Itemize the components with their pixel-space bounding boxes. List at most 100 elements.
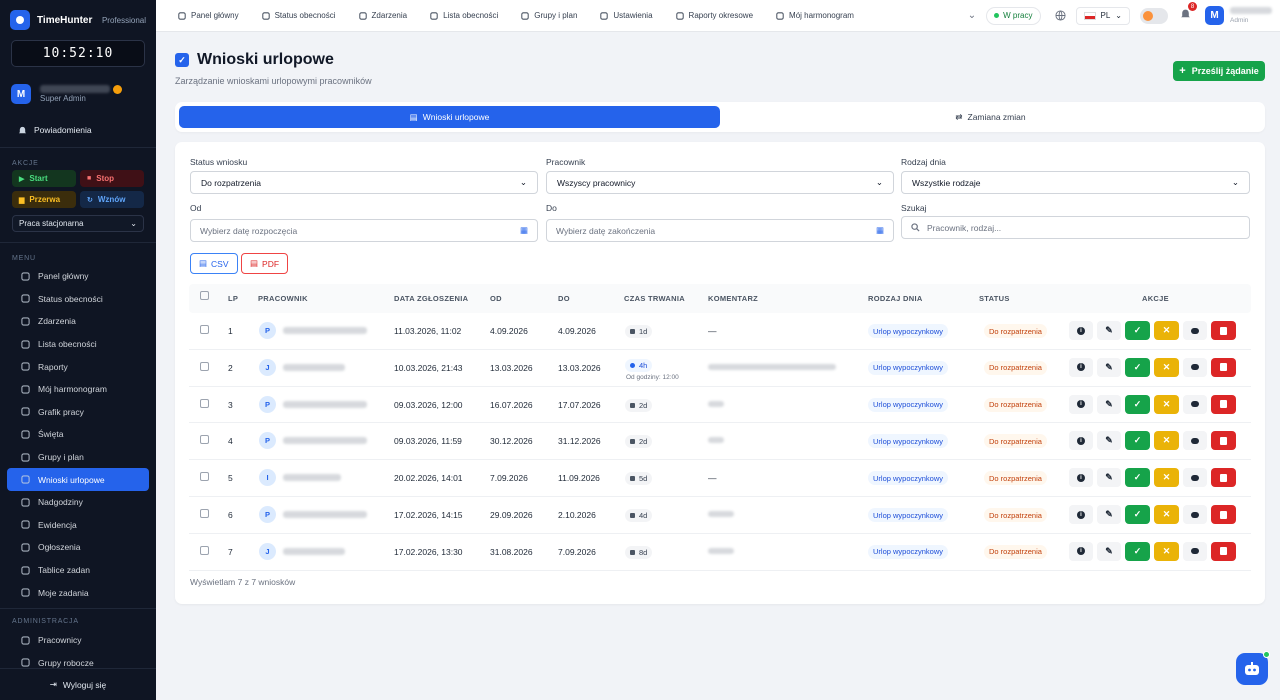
sidebar-item-zdarzenia[interactable]: Zdarzenia bbox=[7, 310, 149, 333]
comment-button[interactable] bbox=[1183, 431, 1207, 451]
col-employee[interactable]: PRACOWNIK bbox=[258, 294, 308, 303]
delete-button[interactable] bbox=[1211, 468, 1236, 488]
sidebar-item-tablice-zadan[interactable]: Tablice zadan bbox=[7, 559, 149, 582]
table-row[interactable]: 2 J 10.03.2026, 21:43 13.03.2026 13.03.2… bbox=[189, 350, 1251, 387]
approve-button[interactable]: ✓ bbox=[1125, 468, 1150, 488]
row-checkbox[interactable] bbox=[200, 545, 209, 555]
col-from[interactable]: OD bbox=[490, 294, 502, 303]
export-pdf-button[interactable]: ▤ PDF bbox=[241, 253, 289, 274]
export-csv-button[interactable]: ▤ CSV bbox=[190, 253, 238, 274]
brand[interactable]: TimeHunter Professional bbox=[0, 0, 156, 40]
search-input[interactable]: Pracownik, rodzaj... bbox=[901, 216, 1250, 239]
row-checkbox[interactable] bbox=[200, 472, 209, 482]
comment-button[interactable] bbox=[1183, 541, 1207, 561]
comment-button[interactable] bbox=[1183, 505, 1207, 524]
topnav-ustawienia[interactable]: Ustawienia bbox=[600, 11, 653, 20]
sidebar-item-nadgodziny[interactable]: Nadgodziny bbox=[7, 491, 149, 514]
start-button[interactable]: ▶ Start bbox=[12, 170, 76, 187]
edit-button[interactable]: ✎ bbox=[1097, 394, 1121, 414]
approve-button[interactable]: ✓ bbox=[1125, 431, 1150, 451]
approve-button[interactable]: ✓ bbox=[1125, 321, 1150, 340]
comment-button[interactable] bbox=[1183, 321, 1207, 340]
edit-button[interactable]: ✎ bbox=[1097, 541, 1121, 561]
sidebar-item-pracownicy[interactable]: Pracownicy bbox=[7, 629, 149, 652]
table-row[interactable]: 1 P 11.03.2026, 11:02 4.09.2026 4.09.202… bbox=[189, 313, 1251, 350]
to-date-input[interactable]: Wybierz datę zakończenia ▦ bbox=[546, 219, 894, 242]
table-row[interactable]: 4 P 09.03.2026, 11:59 30.12.2026 31.12.2… bbox=[189, 423, 1251, 461]
edit-button[interactable]: ✎ bbox=[1097, 431, 1121, 451]
stop-button[interactable]: ■ Stop bbox=[80, 170, 144, 187]
send-request-button[interactable]: + Prześlij żądanie bbox=[1173, 61, 1265, 81]
daytype-filter-select[interactable]: Wszystkie rodzaje ⌄ bbox=[901, 171, 1250, 194]
topnav-grupy-i-plan[interactable]: Grupy i plan bbox=[521, 11, 577, 20]
topnav-raporty-okresowe[interactable]: Raporty okresowe bbox=[675, 11, 753, 20]
chevron-down-icon[interactable]: ⌄ bbox=[968, 10, 976, 21]
topnav-zdarzenia[interactable]: Zdarzenia bbox=[358, 11, 407, 20]
delete-button[interactable] bbox=[1211, 431, 1236, 451]
edit-button[interactable]: ✎ bbox=[1097, 357, 1121, 377]
comment-button[interactable] bbox=[1183, 468, 1207, 488]
approve-button[interactable]: ✓ bbox=[1125, 357, 1150, 377]
col-duration[interactable]: CZAS TRWANIA bbox=[624, 294, 685, 303]
avatar[interactable]: M bbox=[1205, 6, 1224, 25]
logout-button[interactable]: ⇥ Wyloguj się bbox=[0, 668, 156, 700]
sidebar-item-ewidencja[interactable]: Ewidencja bbox=[7, 514, 149, 537]
details-button[interactable]: i bbox=[1069, 505, 1093, 524]
row-checkbox[interactable] bbox=[200, 398, 209, 408]
col-lp[interactable]: LP bbox=[228, 294, 238, 303]
col-status[interactable]: STATUS bbox=[979, 294, 1010, 303]
reject-button[interactable]: ✕ bbox=[1154, 357, 1179, 377]
reject-button[interactable]: ✕ bbox=[1154, 321, 1179, 340]
sidebar-item-grupy-i-plan[interactable]: Grupy i plan bbox=[7, 446, 149, 469]
reject-button[interactable]: ✕ bbox=[1154, 431, 1179, 451]
approve-button[interactable]: ✓ bbox=[1125, 505, 1150, 524]
comment-button[interactable] bbox=[1183, 394, 1207, 414]
topnav-panel-glowny[interactable]: Panel główny bbox=[178, 11, 239, 20]
table-row[interactable]: 3 P 09.03.2026, 12:00 16.07.2026 17.07.2… bbox=[189, 387, 1251, 424]
approve-button[interactable]: ✓ bbox=[1125, 541, 1150, 561]
edit-button[interactable]: ✎ bbox=[1097, 505, 1121, 524]
sidebar-item-swieta[interactable]: Święta bbox=[7, 423, 149, 446]
work-mode-select[interactable]: Praca stacjonarna ⌄ bbox=[12, 215, 144, 232]
reject-button[interactable]: ✕ bbox=[1154, 505, 1179, 524]
tab-shift-swap[interactable]: ⇄ Zamiana zmian bbox=[720, 106, 1261, 128]
sidebar-item-status-obecnosci[interactable]: Status obecności bbox=[7, 288, 149, 311]
sidebar-item-lista-obecnosci[interactable]: Lista obecności bbox=[7, 333, 149, 356]
notifications-button[interactable]: 8 bbox=[1180, 2, 1197, 23]
col-submitted[interactable]: DATA ZGŁOSZENIA bbox=[394, 294, 468, 303]
reject-button[interactable]: ✕ bbox=[1154, 468, 1179, 488]
col-comment[interactable]: KOMENTARZ bbox=[708, 294, 758, 303]
reject-button[interactable]: ✕ bbox=[1154, 394, 1179, 414]
sidebar-item-raporty[interactable]: Raporty bbox=[7, 355, 149, 378]
table-row[interactable]: 7 J 17.02.2026, 13:30 31.08.2026 7.09.20… bbox=[189, 534, 1251, 571]
presence-status[interactable]: W pracy bbox=[986, 6, 1041, 25]
row-checkbox[interactable] bbox=[200, 361, 209, 371]
topnav-status-obecnosci[interactable]: Status obecności bbox=[261, 11, 336, 20]
theme-toggle[interactable] bbox=[1140, 7, 1168, 24]
col-to[interactable]: DO bbox=[558, 294, 570, 303]
details-button[interactable]: i bbox=[1069, 321, 1093, 340]
col-daytype[interactable]: RODZAJ DNIA bbox=[868, 294, 923, 303]
sidebar-item-grafik-pracy[interactable]: Grafik pracy bbox=[7, 401, 149, 424]
delete-button[interactable] bbox=[1211, 394, 1236, 414]
approve-button[interactable]: ✓ bbox=[1125, 394, 1150, 414]
sidebar-item-ogloszenia[interactable]: Ogłoszenia bbox=[7, 536, 149, 559]
details-button[interactable]: i bbox=[1069, 541, 1093, 561]
user-profile[interactable]: M Super Admin bbox=[0, 81, 156, 107]
break-button[interactable]: ▆ Przerwa bbox=[12, 191, 76, 208]
sidebar-item-moje-zadania[interactable]: Moje zadania bbox=[7, 581, 149, 604]
sidebar-item-moj-harmonogram[interactable]: Mój harmonogram bbox=[7, 378, 149, 401]
delete-button[interactable] bbox=[1211, 357, 1236, 377]
edit-button[interactable]: ✎ bbox=[1097, 321, 1121, 340]
status-filter-select[interactable]: Do rozpatrzenia ⌄ bbox=[190, 171, 538, 194]
tab-leave-requests[interactable]: ▤ Wnioski urlopowe bbox=[179, 106, 720, 128]
top-user-info[interactable]: Admin bbox=[1230, 7, 1272, 25]
select-all-checkbox[interactable] bbox=[200, 291, 209, 300]
language-select[interactable]: PL ⌄ bbox=[1075, 6, 1130, 25]
from-date-input[interactable]: Wybierz datę rozpoczęcia ▦ bbox=[190, 219, 538, 242]
reject-button[interactable]: ✕ bbox=[1154, 541, 1179, 561]
edit-button[interactable]: ✎ bbox=[1097, 468, 1121, 488]
sidebar-item-panel-glowny[interactable]: Panel główny bbox=[7, 265, 149, 288]
details-button[interactable]: i bbox=[1069, 357, 1093, 377]
sidebar-item-wnioski-urlopowe[interactable]: Wnioski urlopowe bbox=[7, 468, 149, 491]
